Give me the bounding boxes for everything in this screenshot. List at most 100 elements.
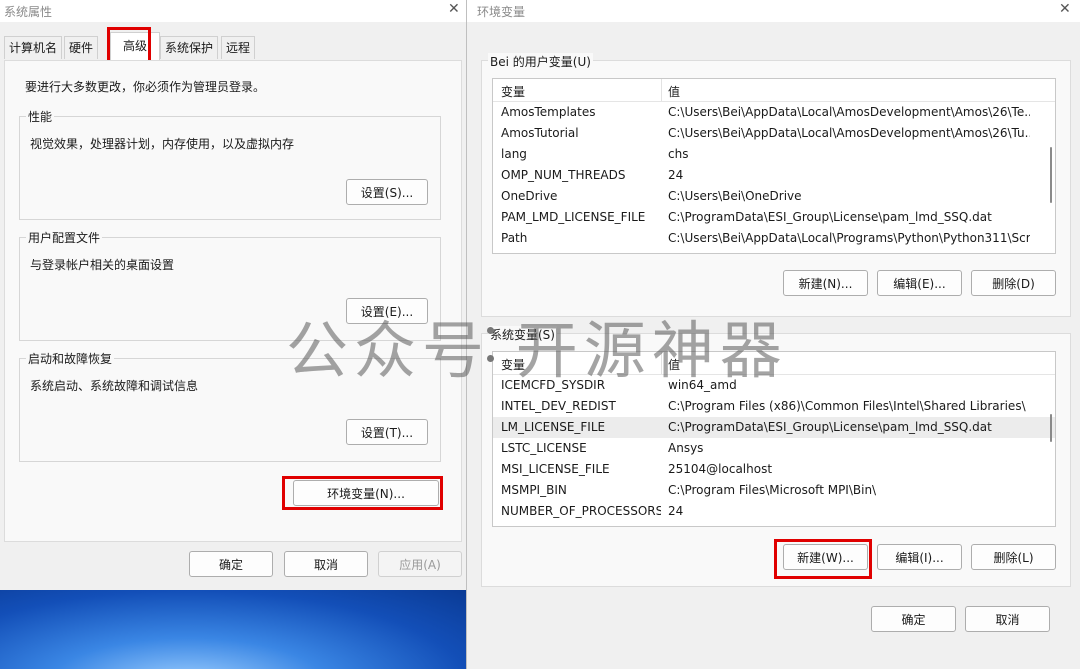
variable-value: C:\Users\Bei\AppData\Local\Programs\Pyth…	[668, 231, 1030, 245]
table-row[interactable]: AmosTemplates C:\Users\Bei\AppData\Local\…	[493, 102, 1055, 123]
system-edit-button[interactable]: 编辑(I)...	[877, 544, 962, 570]
variable-name: AmosTemplates	[501, 105, 596, 119]
system-variables-label: 系统变量(S)	[488, 326, 557, 343]
watermark-dot	[487, 355, 494, 362]
dialog-title: 环境变量	[477, 5, 526, 19]
user-variables-list[interactable]: 变量 值 AmosTemplates C:\Users\Bei\AppData\L…	[492, 78, 1056, 254]
cancel-button[interactable]: 取消	[965, 606, 1050, 632]
system-variables-section: 系统变量(S) 变量 值 ICEMCFD_SYSDIR win64_amd INT…	[481, 326, 1071, 587]
title-bar: 系统属性 ✕	[0, 0, 466, 22]
table-row[interactable]: OneDrive C:\Users\Bei\OneDrive	[493, 186, 1055, 207]
startup-recovery-group: 启动和故障恢复 系统启动、系统故障和调试信息 设置(T)...	[19, 350, 441, 462]
system-variables-list[interactable]: 变量 值 ICEMCFD_SYSDIR win64_amd INTEL_DEV_R…	[492, 351, 1056, 527]
column-divider[interactable]	[661, 352, 662, 374]
table-row[interactable]: MSI_LICENSE_FILE 25104@localhost	[493, 459, 1055, 480]
table-row[interactable]: lang chs	[493, 144, 1055, 165]
apply-button[interactable]: 应用(A)	[378, 551, 462, 577]
system-new-button[interactable]: 新建(W)...	[783, 544, 868, 570]
startup-recovery-label: 启动和故障恢复	[26, 350, 115, 367]
ok-button[interactable]: 确定	[871, 606, 956, 632]
variable-value: C:\ProgramData\ESI_Group\License\pam_lmd…	[668, 210, 992, 224]
variable-value: C:\Users\Bei\AppData\Local\AmosDevelopme…	[668, 126, 1030, 140]
table-row[interactable]: ICEMCFD_SYSDIR win64_amd	[493, 375, 1055, 396]
scrollbar-thumb[interactable]	[1050, 414, 1052, 442]
table-row[interactable]: INTEL_DEV_REDIST C:\Program Files (x86)\C…	[493, 396, 1055, 417]
variable-name: LSTC_LICENSE	[501, 441, 587, 455]
admin-note: 要进行大多数更改，你必须作为管理员登录。	[25, 80, 266, 94]
table-row-selected[interactable]: LM_LICENSE_FILE C:\ProgramData\ESI_Group\…	[493, 417, 1055, 438]
user-profile-settings-button[interactable]: 设置(E)...	[346, 298, 428, 324]
environment-variables-dialog: 环境变量 ✕ Bei 的用户变量(U) 变量 值 AmosTemplates C:…	[466, 0, 1080, 669]
column-header-variable[interactable]: 变量	[501, 356, 525, 373]
list-header: 变量 值	[493, 79, 1055, 102]
dialog-title: 系统属性	[4, 5, 53, 19]
close-icon[interactable]: ✕	[448, 1, 460, 17]
user-delete-button[interactable]: 删除(D)	[971, 270, 1056, 296]
tab-advanced[interactable]: 高级	[110, 32, 160, 60]
variable-name: MSI_LICENSE_FILE	[501, 462, 610, 476]
startup-recovery-settings-button[interactable]: 设置(T)...	[346, 419, 428, 445]
user-variables-section: Bei 的用户变量(U) 变量 值 AmosTemplates C:\Users\…	[481, 53, 1071, 317]
startup-recovery-desc: 系统启动、系统故障和调试信息	[30, 379, 199, 393]
variable-value: C:\ProgramData\ESI_Group\License\pam_lmd…	[668, 420, 992, 434]
ok-button[interactable]: 确定	[189, 551, 273, 577]
table-row[interactable]: OMP_NUM_THREADS 24	[493, 165, 1055, 186]
desktop-wallpaper	[0, 590, 470, 669]
variable-name: NUMBER_OF_PROCESSORS	[501, 504, 661, 518]
performance-settings-button[interactable]: 设置(S)...	[346, 179, 428, 205]
tab-computer-name[interactable]: 计算机名	[4, 36, 63, 59]
variable-value: 24	[668, 504, 684, 518]
variable-value: C:\Users\Bei\AppData\Local\AmosDevelopme…	[668, 105, 1030, 119]
variable-name: INTEL_DEV_REDIST	[501, 399, 616, 413]
user-profile-group: 用户配置文件 与登录帐户相关的桌面设置 设置(E)...	[19, 229, 441, 341]
variable-value: C:\Program Files (x86)\Common Files\Inte…	[668, 399, 1026, 413]
title-bar: 环境变量 ✕	[467, 0, 1080, 22]
cancel-button[interactable]: 取消	[284, 551, 368, 577]
table-row[interactable]: NUMBER_OF_PROCESSORS 24	[493, 501, 1055, 522]
user-profile-label: 用户配置文件	[26, 229, 103, 246]
variable-value: win64_amd	[668, 378, 737, 392]
table-row[interactable]: PAM_LMD_LICENSE_FILE C:\ProgramData\ESI_G…	[493, 207, 1055, 228]
variable-name: OMP_NUM_THREADS	[501, 168, 626, 182]
variable-value: 25104@localhost	[668, 462, 773, 476]
system-delete-button[interactable]: 删除(L)	[971, 544, 1056, 570]
variable-name: PAM_LMD_LICENSE_FILE	[501, 210, 646, 224]
variable-name: AmosTutorial	[501, 126, 579, 140]
table-row[interactable]: MSMPI_BIN C:\Program Files\Microsoft MPI\…	[493, 480, 1055, 501]
list-header: 变量 值	[493, 352, 1055, 375]
column-divider[interactable]	[661, 79, 662, 101]
column-header-value[interactable]: 值	[668, 83, 680, 100]
user-new-button[interactable]: 新建(N)...	[783, 270, 868, 296]
table-row[interactable]: AmosTutorial C:\Users\Bei\AppData\Local\A…	[493, 123, 1055, 144]
user-edit-button[interactable]: 编辑(E)...	[877, 270, 962, 296]
performance-desc: 视觉效果，处理器计划，内存使用，以及虚拟内存	[30, 137, 295, 151]
variable-value: C:\Program Files\Microsoft MPI\Bin\	[668, 483, 877, 497]
scrollbar-thumb[interactable]	[1050, 147, 1052, 203]
performance-group: 性能 视觉效果，处理器计划，内存使用，以及虚拟内存 设置(S)...	[19, 108, 441, 220]
column-header-value[interactable]: 值	[668, 356, 680, 373]
variable-value: chs	[668, 147, 689, 161]
table-row[interactable]: Path C:\Users\Bei\AppData\Local\Programs\…	[493, 228, 1055, 249]
close-icon[interactable]: ✕	[1059, 1, 1071, 17]
variable-name: OneDrive	[501, 189, 558, 203]
tab-remote[interactable]: 远程	[221, 36, 256, 59]
variable-name: lang	[501, 147, 527, 161]
user-profile-desc: 与登录帐户相关的桌面设置	[30, 258, 175, 272]
environment-variables-button[interactable]: 环境变量(N)...	[293, 480, 439, 506]
performance-label: 性能	[26, 108, 55, 125]
tab-system-protection[interactable]: 系统保护	[160, 36, 219, 59]
system-properties-dialog: 系统属性 ✕ 计算机名 硬件 高级 系统保护 远程 要进行大多数更改，你必须作为…	[0, 0, 466, 590]
variable-value: 24	[668, 168, 684, 182]
user-variables-label: Bei 的用户变量(U)	[488, 53, 593, 70]
advanced-tab-panel: 要进行大多数更改，你必须作为管理员登录。 性能 视觉效果，处理器计划，内存使用，…	[4, 60, 462, 542]
variable-value: Ansys	[668, 441, 704, 455]
variable-name: ICEMCFD_SYSDIR	[501, 378, 606, 392]
column-header-variable[interactable]: 变量	[501, 83, 525, 100]
watermark-dot	[487, 327, 494, 334]
variable-name: MSMPI_BIN	[501, 483, 567, 497]
table-row[interactable]: LSTC_LICENSE Ansys	[493, 438, 1055, 459]
variable-name: LM_LICENSE_FILE	[501, 420, 606, 434]
variable-value: C:\Users\Bei\OneDrive	[668, 189, 802, 203]
variable-name: Path	[501, 231, 528, 245]
tab-hardware[interactable]: 硬件	[64, 36, 99, 59]
